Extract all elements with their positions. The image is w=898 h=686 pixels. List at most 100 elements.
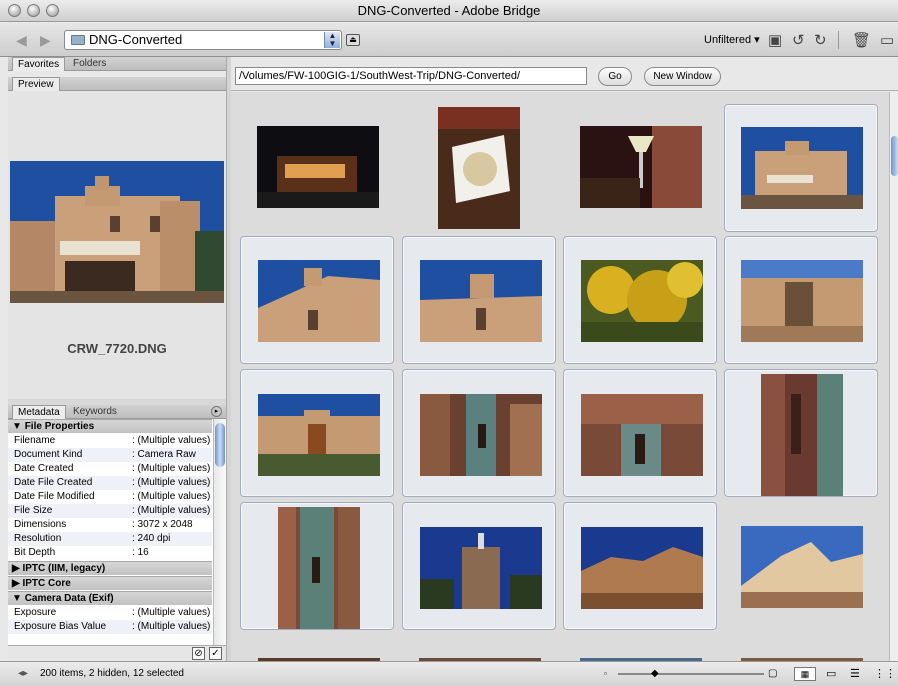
thumbnail-cell[interactable] [402, 369, 556, 497]
zoom-window-button[interactable] [46, 4, 59, 17]
filter-label: Unfiltered [704, 34, 752, 46]
metadata-key: Exposure [14, 607, 57, 618]
metadata-value: : (Multiple values) [132, 463, 211, 474]
thumbnail-cell[interactable] [402, 236, 556, 364]
close-window-button[interactable] [8, 4, 21, 17]
thumbnail-image [420, 394, 542, 476]
grid-scroll-thumb[interactable] [891, 136, 898, 176]
thumbnail-grid [231, 92, 889, 661]
metadata-row: Date File Created : (Multiple values) [8, 476, 212, 490]
metadata-key: Date Created [14, 463, 74, 474]
bridge-window: DNG-Converted - Adobe Bridge ◀ ▶ DNG-Con… [0, 0, 898, 686]
thumbnail-size-slider[interactable] [618, 673, 764, 675]
iptc-core-label: IPTC Core [22, 578, 71, 589]
slider-knob[interactable]: ◆ [651, 662, 659, 686]
metadata-row: Exposure: (Multiple values) [8, 606, 212, 620]
tab-metadata[interactable]: Metadata [12, 405, 66, 419]
minimize-window-button[interactable] [27, 4, 40, 17]
thumbnail-cell[interactable] [402, 502, 556, 630]
metadata-key: Filename [14, 435, 56, 446]
left-panels: Favorites Folders Preview CRW_7720.DNG M… [8, 57, 226, 661]
thumbnail-image [741, 260, 863, 342]
iptc-legacy-header[interactable]: ▶ IPTC (IIM, legacy) [8, 561, 212, 575]
popup-stepper-icon: ▲ ▼ [324, 32, 340, 48]
folder-icon [71, 35, 85, 45]
back-arrow-icon[interactable]: ◀ [16, 32, 27, 49]
trash-icon[interactable]: 🗑 [852, 31, 871, 49]
thumbnail-cell[interactable] [563, 369, 717, 497]
toolbar-separator [838, 31, 839, 49]
file-properties-header[interactable]: ▼ File Properties [8, 419, 212, 433]
metadata-value: : (Multiple values) [132, 435, 211, 446]
details-view-icon[interactable]: ☰ [850, 662, 860, 686]
thumbnail-cell[interactable] [724, 369, 878, 497]
folder-popup[interactable]: DNG-Converted ▲ ▼ [64, 30, 342, 50]
thumbnails-view-icon[interactable]: ▦ [794, 667, 816, 681]
metadata-scrollbar[interactable] [213, 419, 226, 659]
rotate-right-icon[interactable]: ↻ [814, 31, 827, 49]
metadata-key: File Size [14, 505, 53, 516]
go-up-folder-button[interactable]: ⏏ [346, 34, 360, 46]
metadata-key: Bit Depth [14, 547, 56, 558]
thumbnail-cell[interactable] [724, 236, 878, 364]
preview-panel: CRW_7720.DNG [8, 91, 226, 399]
file-properties-label: File Properties [24, 421, 95, 432]
thumbnail-image [761, 374, 843, 496]
apply-edit-icon[interactable]: ✓ [209, 647, 222, 660]
favorites-folders-tabs: Favorites Folders [8, 57, 226, 71]
metadata-key: Resolution [14, 533, 62, 544]
metadata-row: Filename : (Multiple values) [8, 434, 212, 448]
toolbar: ◀ ▶ DNG-Converted ▲ ▼ ⏏ Unfiltered ▾ ▣ ↺ … [0, 23, 898, 57]
thumbnail-image [741, 526, 863, 608]
window-title: DNG-Converted - Adobe Bridge [357, 3, 541, 18]
thumbnail-cell[interactable] [396, 104, 550, 232]
metadata-row: File Size : (Multiple values) [8, 504, 212, 518]
versions-view-icon[interactable]: ⋮⋮ [874, 662, 896, 686]
panel-menu-icon[interactable]: ▸ [211, 406, 222, 417]
metadata-row: Resolution : 240 dpi [8, 532, 212, 546]
metadata-key: Date File Created [14, 477, 93, 488]
compact-mode-icon[interactable]: ▭ [880, 31, 894, 49]
small-thumb-icon[interactable]: ▫ [604, 662, 607, 686]
metadata-value: : (Multiple values) [132, 477, 211, 488]
camera-data-header[interactable]: ▼ Camera Data (Exif) [8, 591, 212, 605]
forward-arrow-icon[interactable]: ▶ [40, 32, 51, 49]
rotate-left-icon[interactable]: ↺ [792, 31, 805, 49]
iptc-legacy-label: IPTC (IIM, legacy) [22, 563, 106, 574]
filmstrip-view-icon[interactable]: ▭ [826, 662, 836, 686]
tab-favorites[interactable]: Favorites [12, 57, 66, 71]
metadata-key: Document Kind [14, 449, 83, 460]
grid-scrollbar[interactable] [889, 92, 898, 661]
metadata-footer: ⊘ ✓ [8, 645, 226, 661]
thumbnail-cell[interactable] [240, 236, 394, 364]
metadata-scroll-thumb[interactable] [215, 423, 225, 467]
new-folder-icon[interactable]: ▣ [768, 31, 782, 49]
tab-preview[interactable]: Preview [12, 77, 60, 91]
tab-keywords[interactable]: Keywords [68, 405, 122, 419]
collapse-panels-icon[interactable]: ◂▸ [18, 662, 28, 686]
thumbnail-cell[interactable] [552, 104, 706, 232]
metadata-value: : 240 dpi [132, 533, 171, 544]
tab-folders[interactable]: Folders [68, 57, 111, 71]
metadata-value: : (Multiple values) [132, 505, 211, 516]
thumbnail-cell[interactable] [240, 369, 394, 497]
cancel-edit-icon[interactable]: ⊘ [192, 647, 205, 660]
new-window-button[interactable]: New Window [644, 67, 721, 86]
metadata-value: : 16 [132, 547, 149, 558]
go-button[interactable]: Go [598, 67, 632, 86]
metadata-row: Date File Modified: (Multiple values) [8, 490, 212, 504]
large-thumb-icon[interactable]: ▢ [768, 662, 777, 686]
filter-menu[interactable]: Unfiltered ▾ [704, 33, 760, 46]
thumbnail-cell[interactable] [563, 236, 717, 364]
metadata-row: Dimensions: 3072 x 2048 [8, 518, 212, 532]
iptc-core-header[interactable]: ▶ IPTC Core [8, 576, 212, 590]
path-field[interactable]: /Volumes/FW-100GIG-1/SouthWest-Trip/DNG-… [235, 67, 587, 85]
thumbnail-cell[interactable] [724, 104, 878, 232]
thumbnail-cell[interactable] [240, 104, 394, 232]
thumbnail-cell[interactable] [563, 502, 717, 630]
thumbnail-image [438, 107, 520, 229]
thumbnail-image [258, 260, 380, 342]
thumbnail-cell[interactable] [724, 502, 878, 630]
thumbnail-cell[interactable] [240, 502, 394, 630]
preview-image [10, 161, 224, 303]
